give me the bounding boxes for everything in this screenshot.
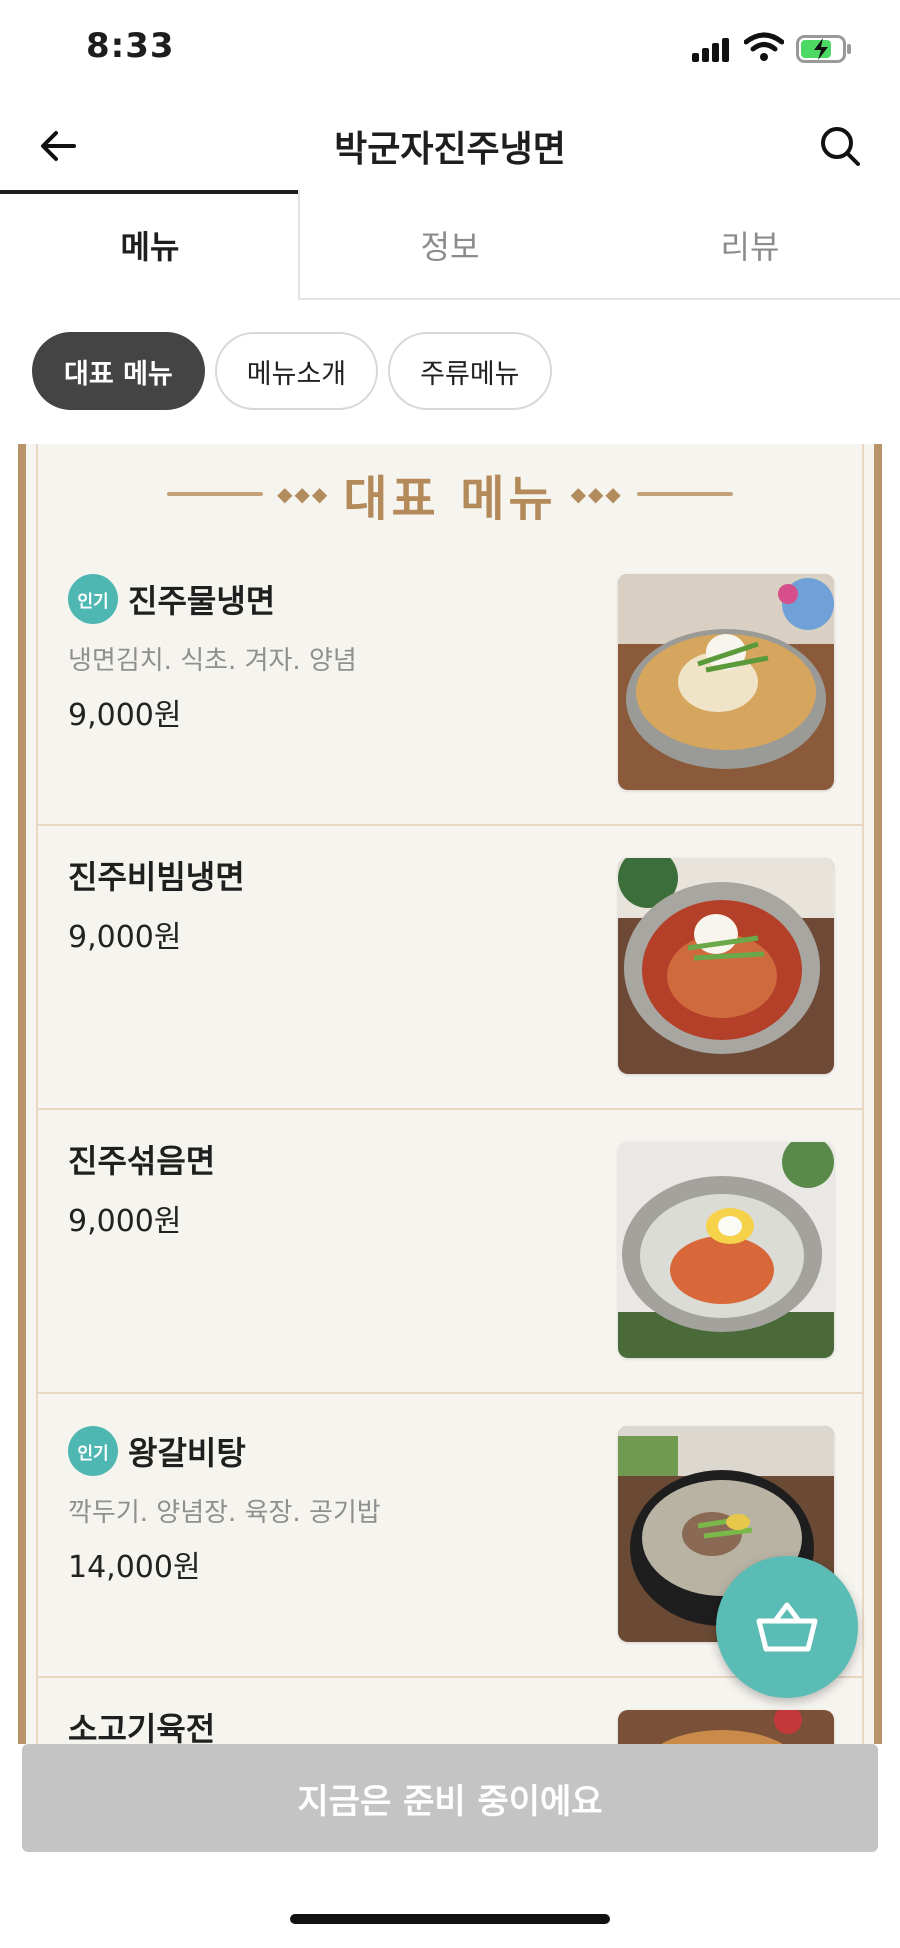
- chip-drinks-menu[interactable]: 주류메뉴: [388, 332, 552, 410]
- beef-pancake-photo: [618, 1710, 834, 1744]
- chip-menu-intro[interactable]: 메뉴소개: [214, 332, 379, 410]
- battery-charging-icon: [796, 35, 851, 63]
- store-title: 박군자진주냉면: [334, 129, 566, 170]
- menu-item[interactable]: 인기 진주물냉면 냉면김치. 식초. 겨자. 양념 9,000원: [38, 544, 862, 826]
- ornament-icon: ◆◆◆: [570, 482, 623, 506]
- mixed-noodle-photo: [618, 1142, 834, 1358]
- popular-badge: 인기: [68, 1426, 118, 1476]
- cold-noodle-photo: [618, 574, 834, 790]
- popular-badge: 인기: [68, 574, 118, 624]
- store-tabs: 메뉴 정보 리뷰: [0, 190, 900, 300]
- menu-item[interactable]: 소고기육전: [38, 1680, 862, 1744]
- chip-signature-menu[interactable]: 대표 메뉴: [32, 332, 205, 410]
- menu-item-name: 왕갈비탕: [128, 1434, 246, 1472]
- ornament-icon: ◆◆◆: [277, 482, 330, 506]
- menu-board: ◆◆◆ 대표 메뉴 ◆◆◆ 인기 진주물냉면 냉면김치. 식초. 겨자. 양념 …: [18, 444, 882, 1744]
- menu-item-name-row: 인기 진주물냉면: [68, 574, 275, 624]
- spicy-noodle-photo: [618, 858, 834, 1074]
- menu-item-price: 9,000원: [68, 1204, 182, 1239]
- search-icon: [821, 127, 860, 166]
- tab-info[interactable]: 정보: [300, 190, 600, 300]
- menu-board-header: ◆◆◆ 대표 메뉴 ◆◆◆: [38, 444, 862, 544]
- menu-item-name: 진주물냉면: [128, 582, 276, 620]
- ornament-line: [636, 492, 733, 496]
- menu-item-description: 깍두기. 양념장. 육장. 공기밥: [68, 1498, 381, 1528]
- menu-item-name-row: 진주섞음면: [68, 1136, 215, 1182]
- app-header: 박군자진주냉면: [0, 100, 900, 190]
- menu-item-name-row: 인기 왕갈비탕: [68, 1426, 246, 1476]
- menu-board-title: 대표 메뉴: [343, 471, 557, 527]
- status-time: 8:33: [86, 26, 175, 66]
- menu-item-name: 소고기육전: [68, 1710, 216, 1744]
- basket-icon: [756, 1602, 818, 1652]
- tab-menu[interactable]: 메뉴: [0, 190, 300, 300]
- menu-item-price: 14,000원: [68, 1550, 201, 1585]
- menu-item-name-row: 진주비빔냉면: [68, 852, 245, 898]
- ornament-line: [167, 492, 264, 496]
- menu-item[interactable]: 진주섞음면 9,000원: [38, 1112, 862, 1394]
- menu-item-price: 9,000원: [68, 920, 182, 955]
- wifi-icon: [744, 32, 784, 61]
- tab-reviews[interactable]: 리뷰: [600, 190, 900, 300]
- home-indicator: [290, 1914, 610, 1924]
- menu-item-name-row: 소고기육전: [68, 1704, 215, 1744]
- cellular-signal-icon: [692, 38, 732, 62]
- menu-item-description: 냉면김치. 식초. 겨자. 양념: [68, 646, 357, 676]
- menu-item[interactable]: 진주비빔냉면 9,000원: [38, 828, 862, 1110]
- search-button[interactable]: [812, 118, 868, 174]
- menu-item-name: 진주섞음면: [68, 1142, 216, 1180]
- order-unavailable-button[interactable]: 지금은 준비 중이에요: [22, 1744, 878, 1852]
- category-chips: 대표 메뉴 메뉴소개 주류메뉴: [32, 332, 552, 410]
- menu-board-frame: ◆◆◆ 대표 메뉴 ◆◆◆ 인기 진주물냉면 냉면김치. 식초. 겨자. 양념 …: [36, 444, 864, 1744]
- cart-button[interactable]: [716, 1556, 858, 1698]
- menu-item-name: 진주비빔냉면: [68, 858, 245, 896]
- menu-item-price: 9,000원: [68, 698, 182, 733]
- status-bar: 8:33: [0, 0, 900, 100]
